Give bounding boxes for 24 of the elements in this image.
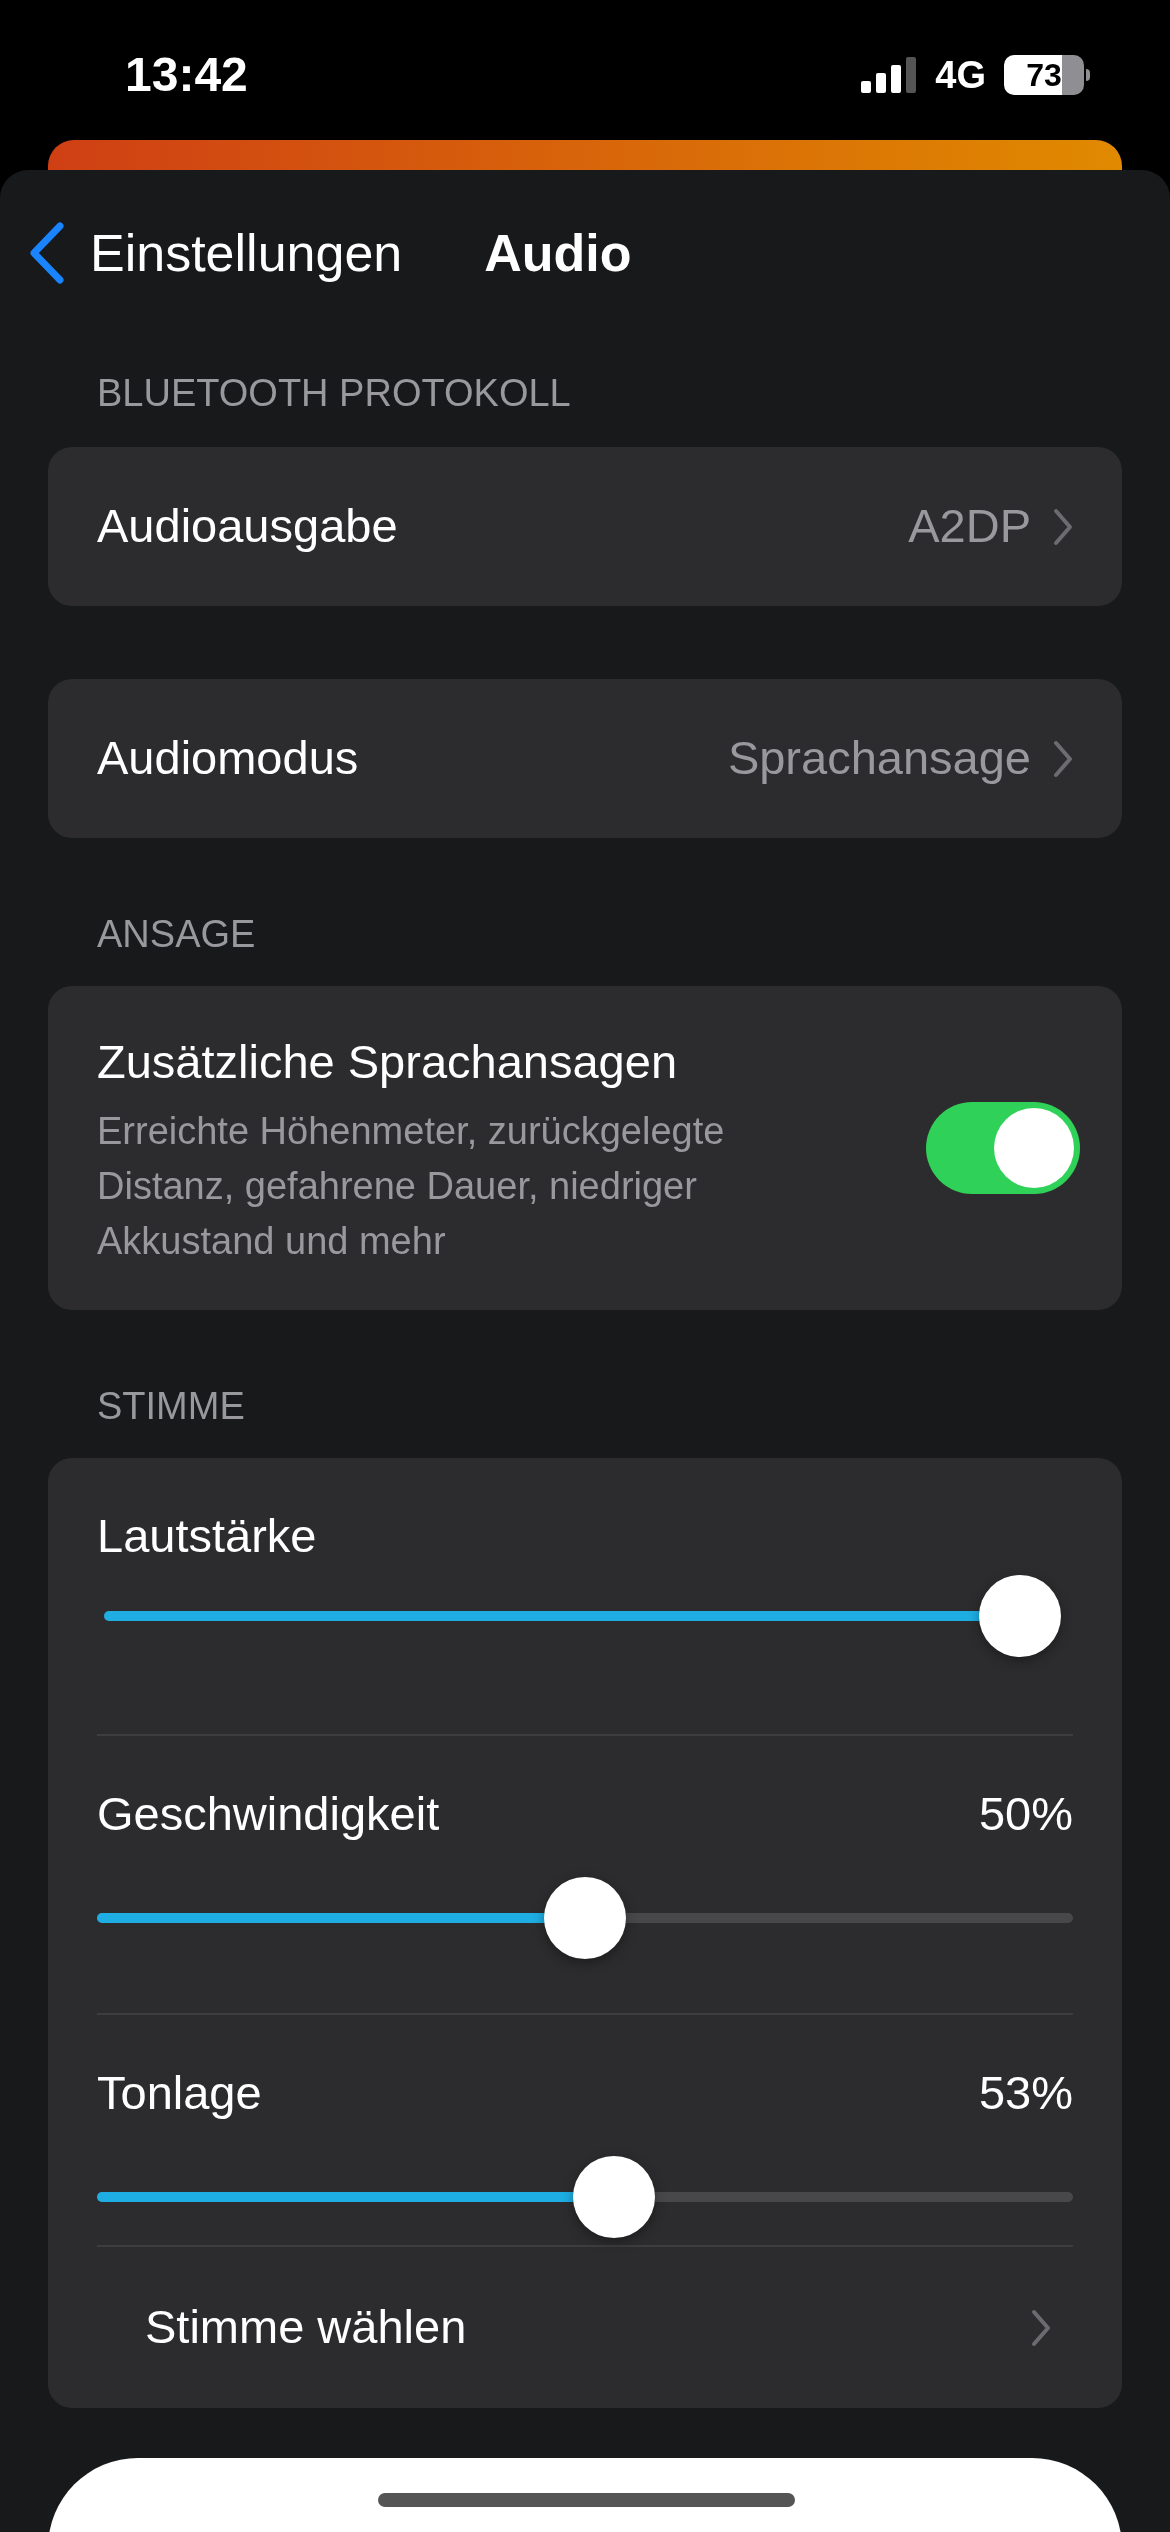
section-header: BLUETOOTH PROTOKOLL bbox=[97, 371, 571, 415]
slider-value: 50% bbox=[978, 1785, 1073, 1842]
back-button[interactable]: Einstellungen bbox=[28, 214, 403, 292]
signal-icon bbox=[861, 57, 918, 93]
slider-label: Geschwindigkeit bbox=[97, 1785, 440, 1842]
row-title: Zusätzliche Sprachansagen bbox=[97, 1034, 679, 1091]
slider-label: Lautstärke bbox=[97, 1507, 317, 1564]
chevron-icon bbox=[1031, 2308, 1051, 2347]
row-value: Sprachansage bbox=[727, 730, 1031, 787]
settings-row[interactable]: Stimme wählen bbox=[97, 2247, 1073, 2408]
row-value: A2DP bbox=[908, 498, 1031, 555]
row-description: Erreichte Höhenmeter, zurückgelegte Distanz, gefahrene Dauer, niedriger Akkustand und mehr bbox=[97, 1108, 726, 1264]
settings-row[interactable]: Audioausgabe A2DP bbox=[97, 447, 1073, 606]
chevron-icon bbox=[1053, 739, 1073, 778]
slider-label: Tonlage bbox=[97, 2064, 262, 2121]
section-header: ANSAGE bbox=[97, 912, 256, 956]
status-time: 13:42 bbox=[125, 47, 248, 103]
settings-row[interactable]: Audiomodus Sprachansage bbox=[97, 679, 1073, 838]
page-title: Audio bbox=[484, 223, 632, 284]
section-header: STIMME bbox=[97, 1384, 245, 1428]
network-label: 4G bbox=[935, 52, 986, 98]
slider-value: 53% bbox=[978, 2064, 1073, 2121]
back-chevron-icon bbox=[28, 222, 64, 284]
chevron-icon bbox=[1053, 507, 1073, 546]
